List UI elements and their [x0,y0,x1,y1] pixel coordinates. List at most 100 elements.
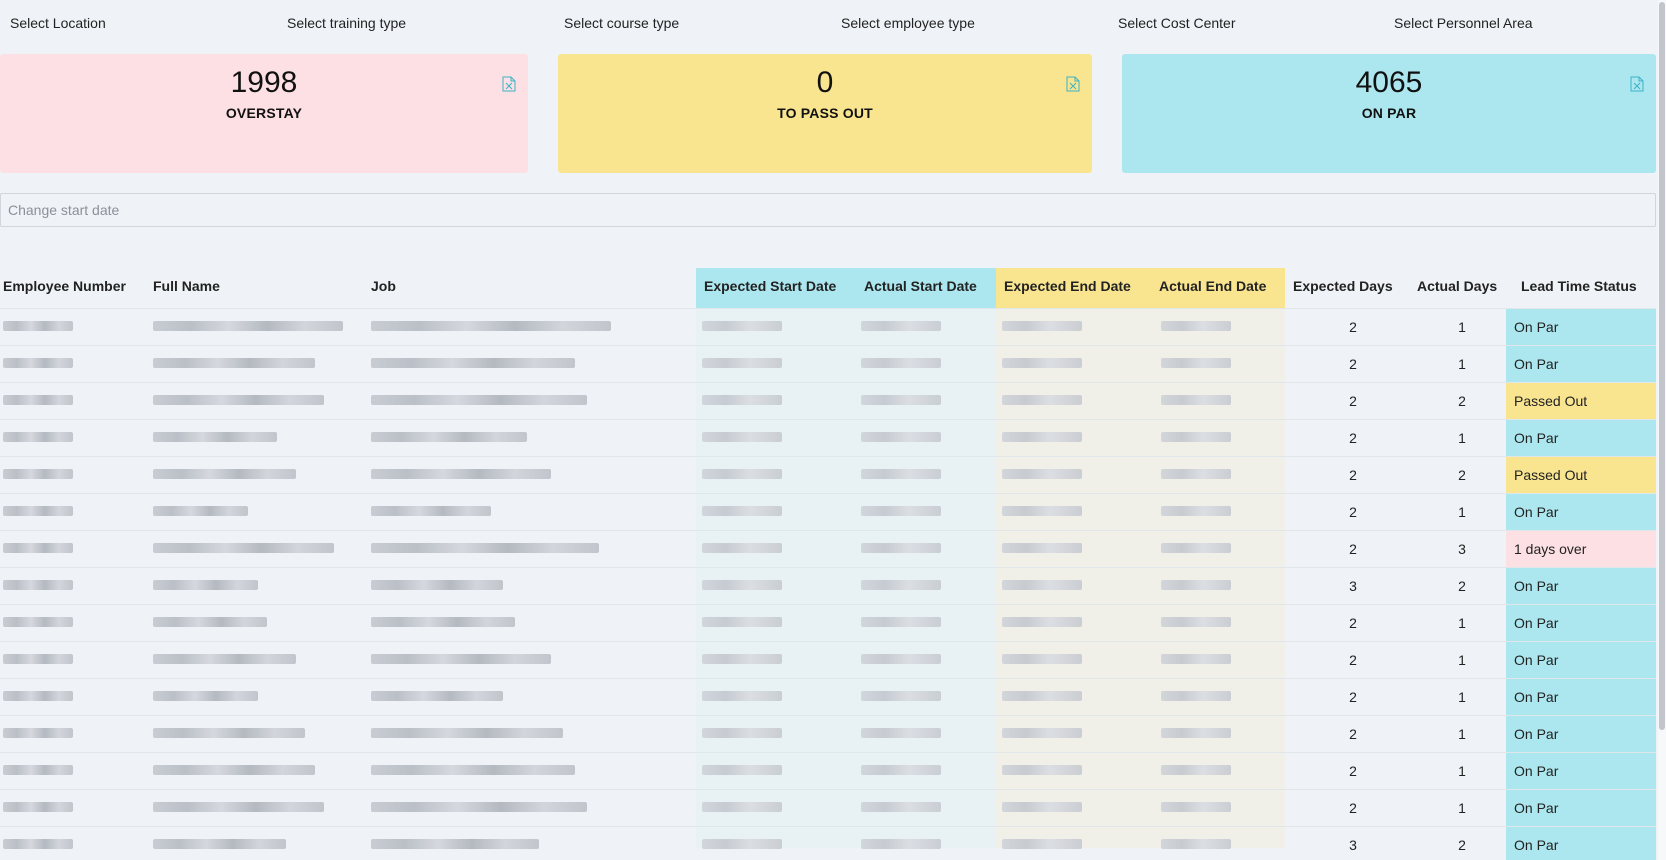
redacted-value [1161,395,1231,405]
redacted-value [861,469,941,479]
redacted-value [1161,654,1231,664]
redacted-value [371,839,539,849]
redacted-value [861,321,941,331]
training-type-filter[interactable]: Select training type [287,15,406,31]
actual-days-cell: 1 [1458,319,1466,335]
redacted-value [371,506,491,516]
redacted-value [702,802,782,812]
actual-days-cell: 1 [1458,430,1466,446]
redacted-value [702,321,782,331]
table-row[interactable]: 2 3 1 days over [0,530,1656,567]
col-actual-end-date[interactable]: Actual End Date [1151,268,1285,308]
actual-days-cell: 1 [1458,726,1466,742]
redacted-value [1002,432,1082,442]
col-employee-number[interactable]: Employee Number [3,268,149,308]
excel-file-icon[interactable] [1630,76,1644,92]
table-row[interactable]: 2 2 Passed Out [0,382,1656,419]
expected-days-cell: 2 [1349,541,1357,557]
on-par-label: ON PAR [1361,105,1417,121]
col-lead-time-status[interactable]: Lead Time Status [1521,268,1656,308]
redacted-value [861,617,941,627]
table-row[interactable]: 3 2 On Par [0,567,1656,604]
redacted-value [153,358,315,368]
redacted-value [861,506,941,516]
start-date-input[interactable] [0,193,1656,227]
lead-time-status-badge: Passed Out [1506,457,1656,493]
redacted-value [1002,839,1082,849]
expected-days-cell: 2 [1349,319,1357,335]
lead-time-status-badge: On Par [1506,346,1656,382]
redacted-value [861,839,941,849]
redacted-value [1002,765,1082,775]
redacted-value [153,321,343,331]
table-row[interactable]: 2 1 On Par [0,493,1656,530]
table-row[interactable]: 2 1 On Par [0,345,1656,382]
col-expected-start-date[interactable]: Expected Start Date [696,268,856,308]
redacted-value [153,432,277,442]
table-row[interactable]: 2 1 On Par [0,789,1656,826]
personnel-area-filter[interactable]: Select Personnel Area [1394,15,1533,31]
lead-time-status-badge: 1 days over [1506,531,1656,567]
overstay-card[interactable]: 1998 OVERSTAY [0,54,528,173]
redacted-value [702,580,782,590]
vertical-scrollbar[interactable] [1658,0,1666,860]
pass-out-card[interactable]: 0 TO PASS OUT [558,54,1092,173]
redacted-value [371,802,587,812]
table-row[interactable]: 3 2 On Par [0,826,1656,860]
excel-file-icon[interactable] [1066,76,1080,92]
redacted-value [861,543,941,553]
cost-center-filter[interactable]: Select Cost Center [1118,15,1236,31]
actual-days-cell: 1 [1458,652,1466,668]
redacted-value [1002,506,1082,516]
redacted-value [371,395,587,405]
table-row[interactable]: 2 1 On Par [0,678,1656,715]
redacted-value [702,654,782,664]
col-expected-end-date[interactable]: Expected End Date [996,268,1151,308]
redacted-value [1161,358,1231,368]
col-job[interactable]: Job [371,268,691,308]
redacted-value [861,580,941,590]
table-row[interactable]: 2 1 On Par [0,715,1656,752]
col-full-name[interactable]: Full Name [153,268,363,308]
redacted-value [3,321,73,331]
redacted-value [371,432,527,442]
employee-type-filter[interactable]: Select employee type [841,15,975,31]
on-par-card[interactable]: 4065 ON PAR [1122,54,1656,173]
redacted-value [702,432,782,442]
course-type-filter[interactable]: Select course type [564,15,679,31]
location-filter[interactable]: Select Location [10,15,106,31]
redacted-value [1161,691,1231,701]
redacted-value [1002,728,1082,738]
redacted-value [3,839,73,849]
col-actual-days[interactable]: Actual Days [1417,268,1507,308]
redacted-value [153,728,305,738]
redacted-value [3,617,73,627]
redacted-value [3,802,73,812]
expected-days-cell: 2 [1349,689,1357,705]
redacted-value [702,469,782,479]
excel-file-icon[interactable] [502,76,516,92]
col-expected-days[interactable]: Expected Days [1293,268,1413,308]
table-row[interactable]: 2 1 On Par [0,641,1656,678]
redacted-value [371,765,575,775]
redacted-value [1161,432,1231,442]
table-row[interactable]: 2 1 On Par [0,308,1656,345]
redacted-value [3,432,73,442]
redacted-value [3,358,73,368]
actual-days-cell: 1 [1458,800,1466,816]
redacted-value [1002,543,1082,553]
redacted-value [1002,654,1082,664]
col-actual-start-date[interactable]: Actual Start Date [856,268,996,308]
pass-out-count: 0 [816,66,834,99]
redacted-value [153,802,324,812]
table-row[interactable]: 2 1 On Par [0,419,1656,456]
table-row[interactable]: 2 2 Passed Out [0,456,1656,493]
redacted-value [1161,469,1231,479]
table-row[interactable]: 2 1 On Par [0,604,1656,641]
redacted-value [1161,728,1231,738]
expected-days-cell: 2 [1349,430,1357,446]
redacted-value [371,617,515,627]
redacted-value [1002,321,1082,331]
table-row[interactable]: 2 1 On Par [0,752,1656,789]
scrollbar-thumb[interactable] [1659,2,1665,730]
